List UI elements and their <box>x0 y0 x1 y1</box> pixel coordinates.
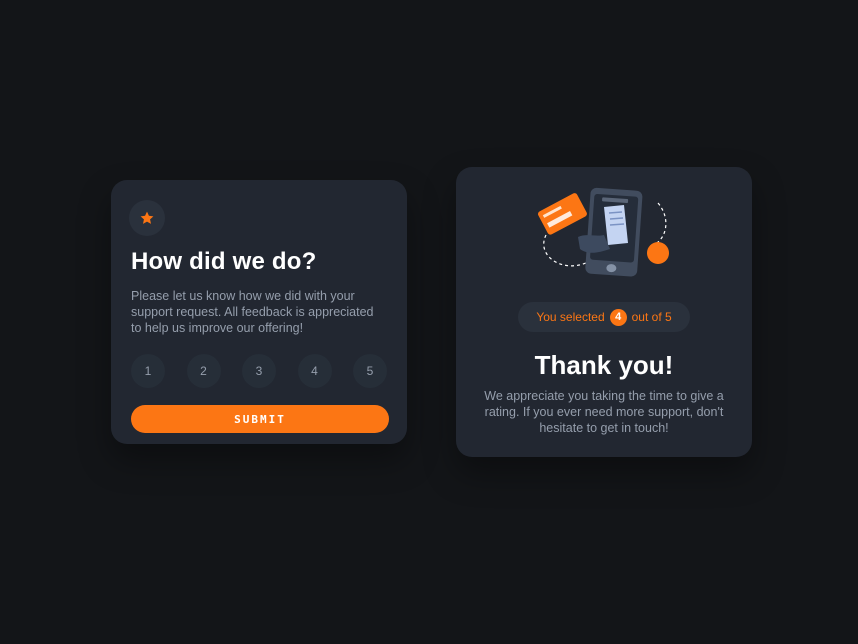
rating-card: How did we do? Please let us know how we… <box>111 180 407 444</box>
payment-phone-illustration <box>537 187 669 277</box>
selected-prefix: You selected <box>536 310 605 324</box>
thank-you-title: Thank you! <box>534 350 674 380</box>
submit-button[interactable]: SUBMIT <box>131 405 389 433</box>
rating-options: 1 2 3 4 5 <box>131 354 387 388</box>
rating-option-4[interactable]: 4 <box>297 354 332 388</box>
selected-rating-pill: You selected 4 out of 5 <box>518 302 690 332</box>
rating-option-1[interactable]: 1 <box>131 354 165 388</box>
selected-suffix: out of 5 <box>631 310 672 324</box>
thank-you-description: We appreciate you taking the time to giv… <box>484 389 724 435</box>
rating-option-2[interactable]: 2 <box>186 354 221 388</box>
rating-option-5[interactable]: 5 <box>353 354 387 388</box>
rating-description: Please let us know how we did with your … <box>131 289 374 335</box>
thank-you-card: You selected 4 out of 5 Thank you! We ap… <box>456 167 752 457</box>
star-icon <box>140 211 154 224</box>
star-badge <box>129 200 165 236</box>
rating-option-3[interactable]: 3 <box>242 354 276 388</box>
selected-rating-value: 4 <box>609 308 627 326</box>
rating-title: How did we do? <box>131 248 317 275</box>
